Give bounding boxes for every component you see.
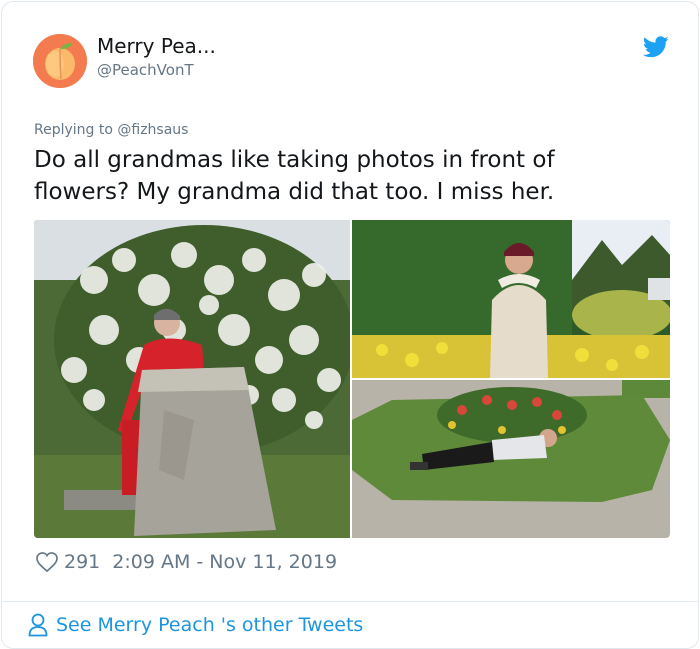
media-grid [34,220,670,538]
reply-context: Replying to @fizhsaus [34,122,188,138]
reply-prefix: Replying to [34,122,113,138]
reply-handle-link[interactable]: @fizhsaus [117,122,188,138]
see-other-tweets-link[interactable]: See Merry Peach 's other Tweets [28,613,363,637]
like-count: 291 [64,551,101,573]
see-other-tweets-label: See Merry Peach 's other Tweets [56,614,364,636]
avatar[interactable] [33,34,87,88]
tweet-meta: 291 2:09 AM - Nov 11, 2019 [36,551,337,573]
display-name[interactable]: Merry Pea... [97,34,216,58]
person-icon [28,613,48,637]
twitter-bird-icon[interactable] [643,36,669,58]
tweet-text: Do all grandmas like taking photos in fr… [34,147,555,205]
tweet-card: Merry Pea... @PeachVonT Replying to @fiz… [1,1,699,649]
tweet-photo-2[interactable] [352,220,670,378]
timestamp[interactable]: 2:09 AM - Nov 11, 2019 [112,551,337,573]
peach-icon [33,34,87,88]
heart-icon[interactable] [36,552,58,572]
divider [2,601,698,602]
tweet-photo-1[interactable] [34,220,350,538]
tweet-photo-3[interactable] [352,380,670,538]
user-handle[interactable]: @PeachVonT [97,61,194,79]
